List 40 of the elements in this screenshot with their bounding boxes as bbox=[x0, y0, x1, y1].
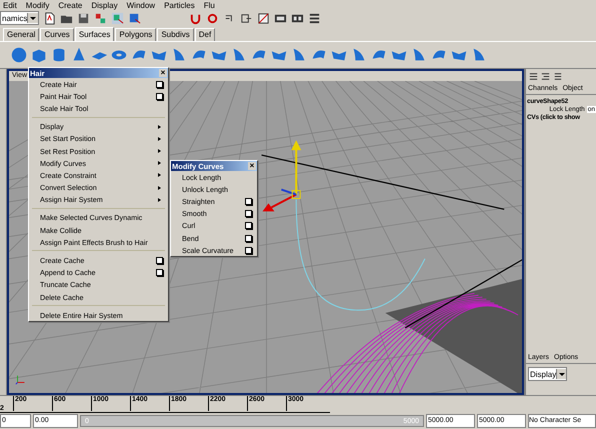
mode-dropdown[interactable]: namics bbox=[0, 11, 39, 26]
menu-item[interactable]: Flu bbox=[204, 0, 215, 10]
close-button[interactable]: × bbox=[159, 69, 167, 77]
shelf-tab[interactable]: Surfaces bbox=[74, 27, 114, 42]
sphere-icon[interactable] bbox=[10, 46, 28, 64]
document-icon[interactable] bbox=[43, 12, 56, 25]
menu-item[interactable]: Edit bbox=[3, 0, 17, 10]
submenu-arrow-icon bbox=[158, 149, 163, 154]
submenu-arrow-icon bbox=[158, 186, 163, 190]
circle-icon[interactable] bbox=[206, 12, 219, 25]
select-object-icon[interactable] bbox=[111, 12, 124, 25]
list-icon[interactable] bbox=[552, 70, 563, 82]
option-box-icon[interactable] bbox=[156, 269, 163, 276]
option-box-icon[interactable] bbox=[156, 257, 163, 264]
submenu-arrow-icon bbox=[158, 161, 163, 166]
option-box-icon[interactable] bbox=[156, 92, 163, 100]
output-icon[interactable] bbox=[240, 12, 253, 25]
option-box-icon[interactable] bbox=[245, 210, 252, 218]
menu-item[interactable]: Create bbox=[58, 0, 82, 10]
option-box-icon[interactable] bbox=[156, 80, 163, 88]
save-icon[interactable] bbox=[77, 12, 90, 25]
menu-item[interactable]: Modify bbox=[26, 0, 50, 10]
select-hierarchy-icon[interactable] bbox=[94, 12, 107, 25]
submenu-arrow-icon bbox=[158, 198, 163, 202]
option-box-icon[interactable] bbox=[245, 198, 252, 205]
menu-item[interactable]: Window bbox=[126, 0, 156, 10]
menu-item[interactable]: Display bbox=[91, 0, 118, 10]
axis-icon bbox=[15, 373, 27, 386]
close-button[interactable]: × bbox=[248, 162, 256, 170]
list-icon[interactable] bbox=[528, 70, 539, 82]
submenu-arrow-icon bbox=[158, 173, 163, 178]
option-box-icon[interactable] bbox=[245, 246, 252, 254]
option-box-icon[interactable] bbox=[245, 222, 252, 230]
option-box-icon[interactable] bbox=[245, 234, 252, 242]
list-icon[interactable] bbox=[540, 70, 551, 82]
submenu-arrow-icon bbox=[158, 136, 163, 141]
select-component-icon[interactable] bbox=[128, 12, 141, 25]
layer-dropdown[interactable]: Display bbox=[528, 367, 567, 382]
menu-item[interactable]: Particles bbox=[164, 0, 195, 10]
submenu-arrow-icon bbox=[158, 124, 163, 129]
